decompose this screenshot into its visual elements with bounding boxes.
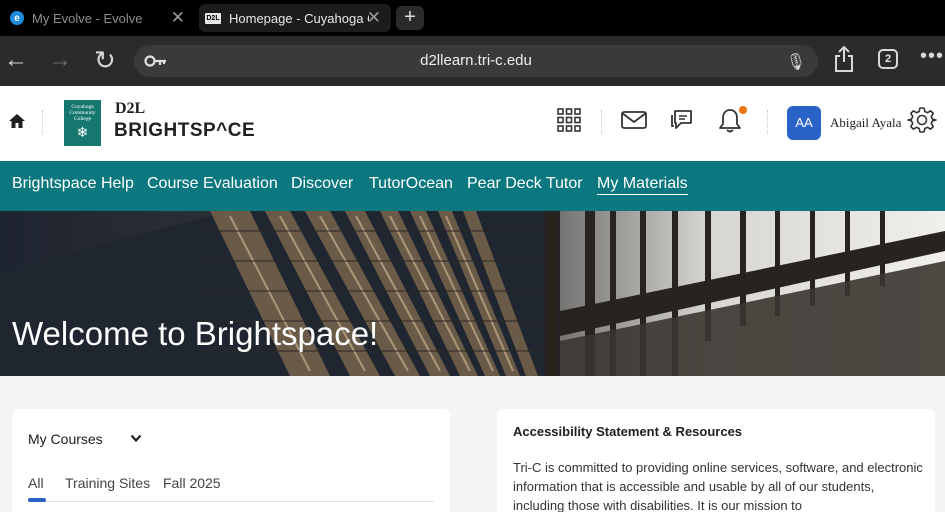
selected-tab-indicator <box>28 498 46 502</box>
tab-title: My Evolve - Evolve <box>32 10 143 26</box>
nav-link-discover[interactable]: Discover <box>291 175 353 193</box>
envelope-icon[interactable] <box>620 106 648 134</box>
d2l-logo-text: D2L <box>115 100 146 117</box>
college-logo[interactable]: Cuyahoga Community College ❄ <box>64 100 101 146</box>
divider <box>42 110 43 134</box>
divider <box>601 110 602 134</box>
notification-dot <box>739 106 747 114</box>
browser-tab-evolve[interactable]: e My Evolve - Evolve ✕ <box>10 4 195 32</box>
tab-count-button[interactable]: 2 <box>878 49 898 69</box>
nav-link-tutorocean[interactable]: TutorOcean <box>369 175 453 193</box>
browser-toolbar: ← → ↻ d2llearn.tri-c.edu 🎙 2 ••• <box>0 36 945 86</box>
nav-link-brightspace-help[interactable]: Brightspace Help <box>12 175 134 193</box>
chevron-down-icon[interactable] <box>130 433 142 443</box>
snowflake-icon: ❄ <box>76 126 89 141</box>
divider <box>767 110 768 134</box>
home-icon[interactable] <box>8 112 26 130</box>
tabs-divider <box>28 501 434 502</box>
page-title: Welcome to Brightspace! <box>12 315 379 352</box>
back-arrow-icon[interactable]: ← <box>4 46 28 74</box>
browser-tab-bar: e My Evolve - Evolve ✕ D2L Homepage - Cu… <box>0 0 945 36</box>
more-options-icon[interactable]: ••• <box>920 45 944 68</box>
url-text: d2llearn.tri-c.edu <box>420 52 532 69</box>
accessibility-text: Tri-C is committed to providing online s… <box>513 460 923 512</box>
widget-title: My Courses <box>28 431 103 447</box>
forward-arrow-icon[interactable]: → <box>48 46 72 74</box>
address-bar[interactable]: d2llearn.tri-c.edu 🎙 <box>134 45 818 77</box>
new-tab-button[interactable]: + <box>396 6 424 30</box>
grid-icon[interactable] <box>555 106 583 134</box>
chat-icon[interactable] <box>667 106 695 134</box>
tab-training-sites[interactable]: Training Sites <box>65 475 150 491</box>
tab-fall-2025[interactable]: Fall 2025 <box>163 475 221 491</box>
my-courses-widget: My Courses All Training Sites Fall 2025 <box>12 409 450 512</box>
avatar[interactable]: AA <box>787 106 821 140</box>
close-tab-icon[interactable]: ✕ <box>171 7 185 29</box>
widget-title: Accessibility Statement & Resources <box>513 424 743 439</box>
microphone-icon[interactable]: 🎙 <box>786 52 806 72</box>
nav-link-my-materials[interactable]: My Materials <box>597 175 688 195</box>
logo-text: College <box>73 116 92 122</box>
hero-banner: Welcome to Brightspace! <box>0 211 945 376</box>
browser-tab-homepage[interactable]: D2L Homepage - Cuyahoga C ✕ <box>199 4 391 32</box>
course-nav-bar: Brightspace Help Course Evaluation Disco… <box>0 161 945 211</box>
evolve-favicon-icon: e <box>10 11 24 25</box>
close-tab-icon[interactable]: ✕ <box>367 7 381 29</box>
d2l-favicon-icon: D2L <box>205 12 221 24</box>
share-icon[interactable] <box>833 44 855 74</box>
reload-icon[interactable]: ↻ <box>94 46 116 74</box>
site-header: Cuyahoga Community College ❄ D2L BRIGHTS… <box>0 86 945 161</box>
user-name[interactable]: Abigail Ayala <box>830 115 901 131</box>
nav-link-pear-deck-tutor[interactable]: Pear Deck Tutor <box>467 175 583 193</box>
nav-link-course-evaluation[interactable]: Course Evaluation <box>147 175 278 193</box>
tab-all[interactable]: All <box>28 475 44 491</box>
gear-icon[interactable] <box>907 105 937 135</box>
tab-title: Homepage - Cuyahoga C <box>229 10 369 26</box>
brightspace-logo-text: BRIGHTSP^CE <box>114 120 256 141</box>
accessibility-widget: Accessibility Statement & Resources Tri-… <box>497 409 935 512</box>
